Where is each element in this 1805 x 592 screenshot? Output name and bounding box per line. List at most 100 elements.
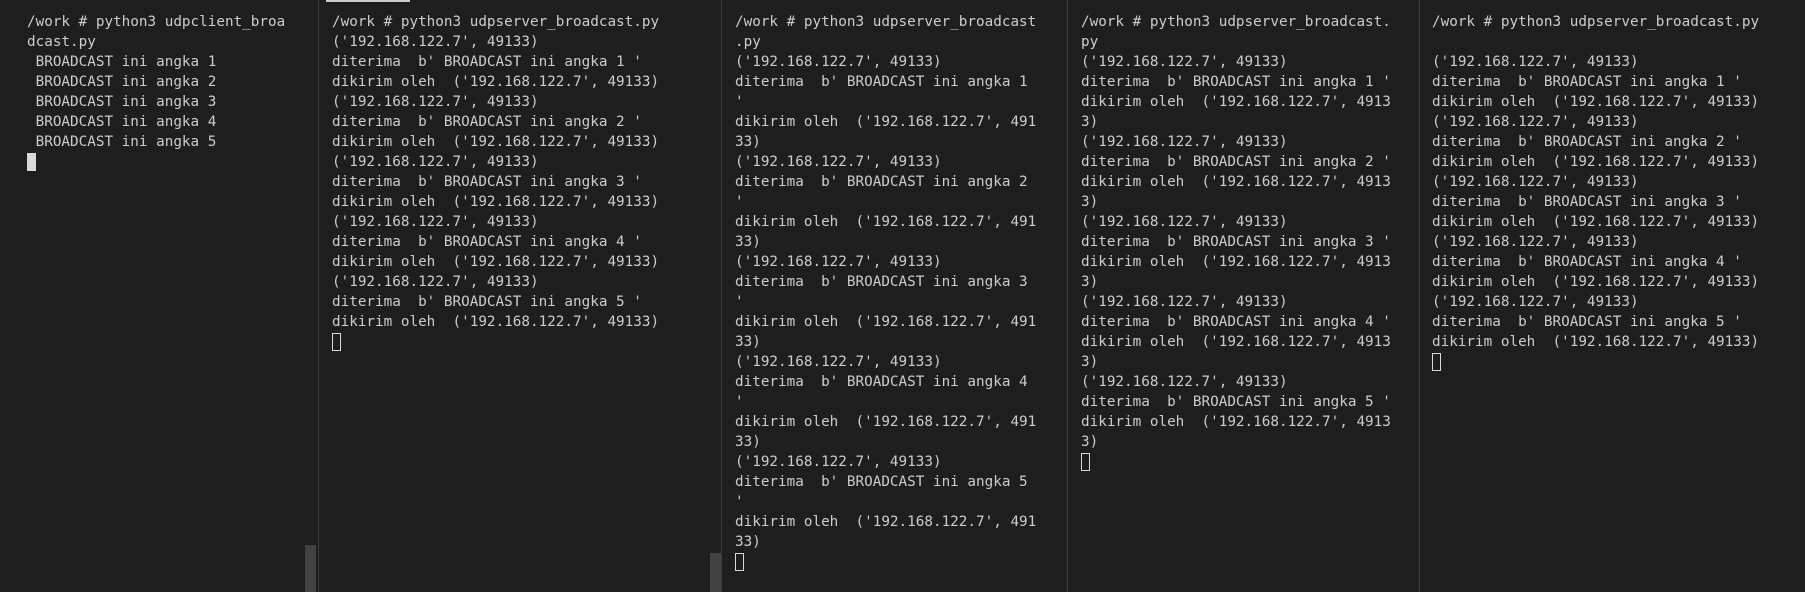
terminal-line: ('192.168.122.7', 49133) — [735, 454, 942, 470]
scrollbar-thumb[interactable] — [710, 553, 721, 592]
terminal-line: ('192.168.122.7', 49133) — [735, 154, 942, 170]
terminal-pane-server-1[interactable]: /work # python3 udpserver_broadcast.py (… — [323, 0, 721, 592]
terminal-cursor — [1432, 353, 1441, 371]
scrollbar-thumb[interactable] — [305, 545, 316, 592]
terminal-line: 33) — [735, 134, 761, 150]
terminal-line: dikirim oleh ('192.168.122.7', 49133) — [332, 194, 660, 210]
terminal-line: diterima b' BROADCAST ini angka 5 ' — [1432, 314, 1742, 330]
terminal-line: ('192.168.122.7', 49133) — [1432, 54, 1639, 70]
terminal-line: diterima b' BROADCAST ini angka 1 ' — [1081, 74, 1391, 90]
terminal-pane-server-3[interactable]: /work # python3 udpserver_broadcast. py … — [1072, 0, 1417, 592]
terminal-line: dikirim oleh ('192.168.122.7', 4913 — [1081, 414, 1391, 430]
terminal-line: diterima b' BROADCAST ini angka 2 ' — [1432, 134, 1742, 150]
terminal-line: dikirim oleh ('192.168.122.7', 4913 — [1081, 334, 1391, 350]
terminal-line: ('192.168.122.7', 49133) — [1432, 294, 1639, 310]
terminal-line: 33) — [735, 334, 761, 350]
terminal-cursor — [332, 333, 341, 351]
terminal-line: dikirim oleh ('192.168.122.7', 49133) — [1432, 334, 1760, 350]
terminal-line: ('192.168.122.7', 49133) — [332, 214, 539, 230]
terminal-line: 3) — [1081, 194, 1099, 210]
terminal-line: dikirim oleh ('192.168.122.7', 491 — [735, 214, 1037, 230]
terminal-line: dikirim oleh ('192.168.122.7', 49133) — [1432, 214, 1760, 230]
terminal-line: dikirim oleh ('192.168.122.7', 491 — [735, 114, 1037, 130]
terminal-line: diterima b' BROADCAST ini angka 4 ' — [1432, 254, 1742, 270]
terminal-line: dikirim oleh ('192.168.122.7', 49133) — [1432, 154, 1760, 170]
terminal-line: dikirim oleh ('192.168.122.7', 49133) — [332, 74, 660, 90]
terminal-line: diterima b' BROADCAST ini angka 4 — [735, 374, 1028, 390]
terminal-line: ' — [735, 494, 744, 510]
terminal-line: ' — [735, 94, 744, 110]
terminal-line: dikirim oleh ('192.168.122.7', 49133) — [332, 254, 660, 270]
terminal-line: 3) — [1081, 274, 1099, 290]
terminal-line: diterima b' BROADCAST ini angka 5 — [735, 474, 1028, 490]
terminal-output: /work # python3 udpserver_broadcast.py (… — [332, 12, 721, 332]
terminal-line: ('192.168.122.7', 49133) — [332, 274, 539, 290]
terminal-line: diterima b' BROADCAST ini angka 3 ' — [1432, 194, 1742, 210]
terminal-line: diterima b' BROADCAST ini angka 4 ' — [332, 234, 642, 250]
terminal-line: ('192.168.122.7', 49133) — [1081, 54, 1288, 70]
terminal-line: ' — [735, 394, 744, 410]
terminal-pane-client[interactable]: /work # python3 udpclient_broa dcast.py … — [18, 0, 318, 592]
terminal-line: diterima b' BROADCAST ini angka 3 — [735, 274, 1028, 290]
terminal-cursor — [27, 153, 36, 171]
terminal-line: ('192.168.122.7', 49133) — [1432, 114, 1639, 130]
terminal-line: 33) — [735, 234, 761, 250]
terminal-cursor — [1081, 453, 1090, 471]
terminal-line: BROADCAST ini angka 3 — [27, 94, 217, 110]
pane-divider[interactable] — [318, 0, 319, 592]
terminal-line: ' — [735, 294, 744, 310]
pane-divider[interactable] — [1067, 0, 1068, 592]
terminal-line: 3) — [1081, 434, 1099, 450]
terminal-line: ('192.168.122.7', 49133) — [332, 154, 539, 170]
terminal-line: dikirim oleh ('192.168.122.7', 4913 — [1081, 94, 1391, 110]
terminal-line: diterima b' BROADCAST ini angka 2 ' — [332, 114, 642, 130]
terminal-line: diterima b' BROADCAST ini angka 1 — [735, 74, 1028, 90]
terminal-line: py — [1081, 34, 1099, 50]
terminal-line: dikirim oleh ('192.168.122.7', 49133) — [1432, 94, 1760, 110]
terminal-line: ('192.168.122.7', 49133) — [1081, 134, 1288, 150]
terminal-line: diterima b' BROADCAST ini angka 5 ' — [1081, 394, 1391, 410]
terminal-line: diterima b' BROADCAST ini angka 1 ' — [332, 54, 642, 70]
terminal-line: dikirim oleh ('192.168.122.7', 491 — [735, 314, 1037, 330]
terminal-line: /work # python3 udpserver_broadcast — [735, 14, 1037, 30]
terminal-line: 3) — [1081, 114, 1099, 130]
terminal-line: 33) — [735, 434, 761, 450]
terminal-line: diterima b' BROADCAST ini angka 5 ' — [332, 294, 642, 310]
terminal-line: dikirim oleh ('192.168.122.7', 49133) — [1432, 274, 1760, 290]
active-pane-indicator — [326, 0, 410, 2]
terminal-line: dikirim oleh ('192.168.122.7', 4913 — [1081, 174, 1391, 190]
terminal-cursor — [735, 553, 744, 571]
terminal-line: dikirim oleh ('192.168.122.7', 49133) — [332, 314, 660, 330]
terminal-output: /work # python3 udpserver_broadcast. py … — [1081, 12, 1417, 452]
terminal-pane-server-4[interactable]: /work # python3 udpserver_broadcast.py (… — [1423, 0, 1803, 592]
pane-divider[interactable] — [1419, 0, 1420, 592]
terminal-line: ('192.168.122.7', 49133) — [332, 34, 539, 50]
terminal-line: ('192.168.122.7', 49133) — [735, 254, 942, 270]
terminal-line: BROADCAST ini angka 1 — [27, 54, 217, 70]
terminal-line: diterima b' BROADCAST ini angka 4 ' — [1081, 314, 1391, 330]
terminal-output: /work # python3 udpserver_broadcast.py (… — [1432, 12, 1803, 352]
terminal-line: diterima b' BROADCAST ini angka 2 ' — [1081, 154, 1391, 170]
terminal-line: ('192.168.122.7', 49133) — [1081, 294, 1288, 310]
terminal-line: dikirim oleh ('192.168.122.7', 491 — [735, 514, 1037, 530]
terminal-line: /work # python3 udpclient_broa — [27, 14, 286, 30]
terminal-line: ('192.168.122.7', 49133) — [1432, 234, 1639, 250]
terminal-line: /work # python3 udpserver_broadcast.py — [332, 14, 660, 30]
pane-divider[interactable] — [721, 0, 722, 592]
terminal-line: 33) — [735, 534, 761, 550]
terminal-line: dcast.py — [27, 34, 96, 50]
terminal-line: diterima b' BROADCAST ini angka 3 ' — [1081, 234, 1391, 250]
terminal-output: /work # python3 udpclient_broa dcast.py … — [27, 12, 318, 152]
terminal-output: /work # python3 udpserver_broadcast .py … — [735, 12, 1066, 552]
terminal-line: BROADCAST ini angka 5 — [27, 134, 217, 150]
terminal-line: BROADCAST ini angka 2 — [27, 74, 217, 90]
terminal-line: BROADCAST ini angka 4 — [27, 114, 217, 130]
terminal-line: 3) — [1081, 354, 1099, 370]
terminal-pane-server-2[interactable]: /work # python3 udpserver_broadcast .py … — [726, 0, 1066, 592]
terminal-line: dikirim oleh ('192.168.122.7', 4913 — [1081, 254, 1391, 270]
terminal-line: dikirim oleh ('192.168.122.7', 49133) — [332, 134, 660, 150]
terminal-line: ('192.168.122.7', 49133) — [1081, 374, 1288, 390]
terminal-line: ('192.168.122.7', 49133) — [1081, 214, 1288, 230]
terminal-line: /work # python3 udpserver_broadcast. — [1081, 14, 1391, 30]
